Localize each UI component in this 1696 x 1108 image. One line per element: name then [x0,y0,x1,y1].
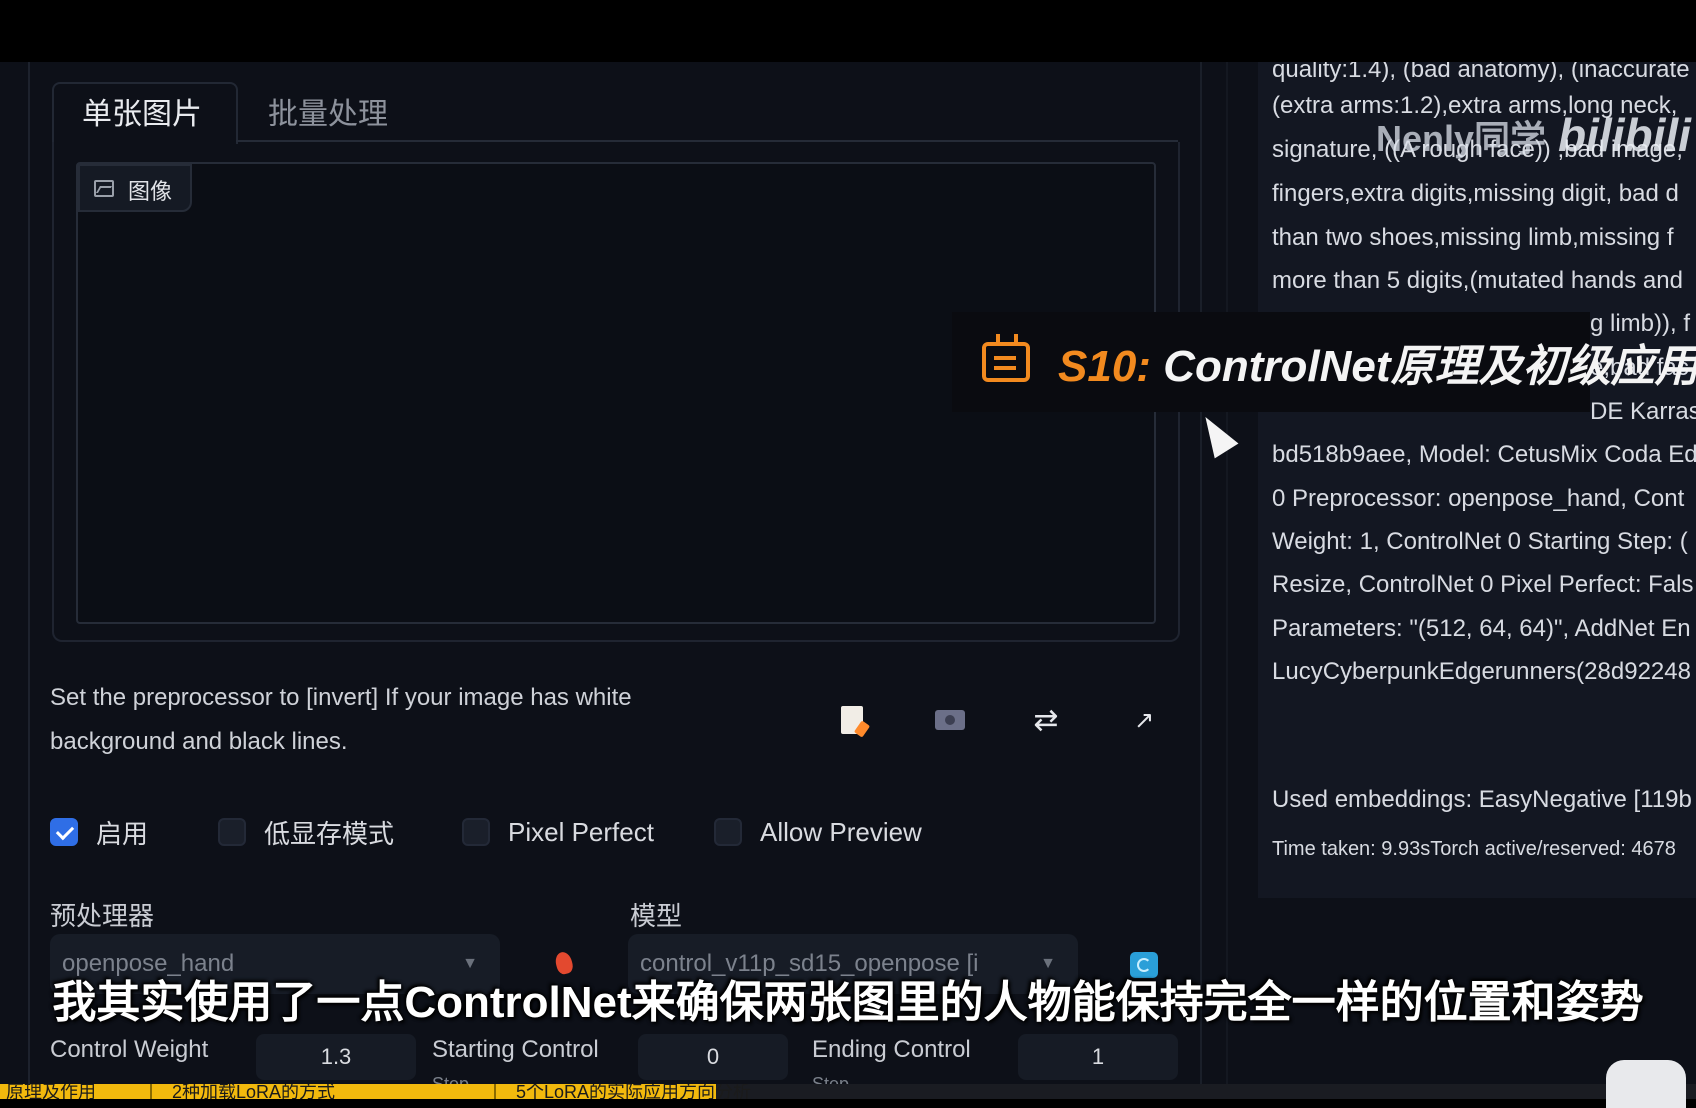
episode-banner: S10: ControlNet原理及初级应用 [952,312,1696,412]
chapter-separator [150,1084,152,1099]
log-line: Time taken: 9.93sTorch active/reserved: … [1272,838,1676,860]
mirror-webcam-button[interactable]: ⇄ [1026,700,1066,740]
allow-preview-label: Allow Preview [760,816,922,847]
video-subtitle: 我其实使用了一点ControlNet来确保两张图里的人物能保持完全一样的位置和姿… [52,978,1644,1027]
ending-control-label: Ending Control [812,1036,971,1063]
pixel-perfect-checkbox[interactable] [462,818,490,846]
log-line: quality:1.4), (bad anatomy), (inaccurate [1272,62,1690,83]
allow-preview-checkbox-row[interactable]: Allow Preview [714,812,922,852]
column-divider [1200,62,1202,1084]
calendar-icon [982,334,1030,382]
chapter-separator [494,1084,496,1099]
chapter-progress-bar[interactable]: 原理及作用 2种加载LoRA的方式 5个LoRA的实际应用方向分析 [0,1084,1696,1099]
banner-title: S10: ControlNet原理及初级应用 [1058,330,1696,394]
camera-icon [935,710,965,730]
log-line: fingers,extra digits,missing digit, bad … [1272,180,1679,207]
control-weight-input[interactable]: 1.3 [256,1034,416,1080]
control-weight-label: Control Weight [50,1036,209,1063]
log-line: DE Karras [1590,398,1696,425]
model-label: 模型 [630,901,683,931]
preprocessor-hint: Set the preprocessor to [invert] If your… [50,676,730,764]
send-dimensions-button[interactable]: ↗ [1124,700,1164,740]
log-line: than two shoes,missing limb,missing f [1272,224,1674,251]
hint-line-1: Set the preprocessor to [invert] If your… [50,684,632,711]
watermark-name: Nenly同学 [1376,118,1547,159]
tab-single-image[interactable]: 单张图片 [82,92,202,138]
uploader-watermark: Nenly同学 bilibili [1376,108,1691,162]
document-edit-icon [841,706,863,734]
ending-control-input[interactable]: 1 [1018,1034,1178,1080]
episode-title: ControlNet原理及初级应用 [1163,342,1696,391]
log-line: Weight: 1, ControlNet 0 Starting Step: ( [1272,528,1688,555]
send-arrow-icon: ↗ [1133,706,1155,734]
hint-line-2: background and black lines. [50,728,348,755]
chapter-label[interactable]: 5个LoRA的实际应用方向分析 [516,1084,751,1099]
chapter-label[interactable]: 2种加载LoRA的方式 [172,1084,335,1099]
pixel-perfect-checkbox-row[interactable]: Pixel Perfect [462,812,654,852]
column-divider-2 [1226,62,1228,1084]
image-label-badge: 图像 [78,164,192,212]
chapter-label[interactable]: 原理及作用 [6,1084,96,1099]
generation-info-panel: quality:1.4), (bad anatomy), (inaccurate… [1258,62,1696,898]
low-vram-checkbox[interactable] [218,818,246,846]
episode-number: S10: [1058,342,1151,391]
allow-preview-checkbox[interactable] [714,818,742,846]
starting-control-label: Starting Control [432,1036,599,1063]
swap-arrows-icon: ⇄ [1033,703,1059,737]
enable-checkbox[interactable] [50,818,78,846]
panel-edge [28,62,30,1084]
image-icon [94,180,114,197]
low-vram-label: 低显存模式 [264,818,395,849]
preprocessor-label: 预处理器 [50,901,155,931]
new-canvas-button[interactable] [832,700,872,740]
log-line: Used embeddings: EasyNegative [119b [1272,786,1692,813]
log-line: Resize, ControlNet 0 Pixel Perfect: Fals [1272,571,1694,598]
starting-control-input[interactable]: 0 [638,1034,788,1080]
log-line: LucyCyberpunkEdgerunners(28d92248 [1272,658,1691,685]
pixel-perfect-label: Pixel Perfect [508,816,654,847]
enable-checkbox-row[interactable]: 启用 [50,812,148,852]
log-line: 0 Preprocessor: openpose_hand, Cont [1272,485,1685,512]
image-label: 图像 [128,179,173,204]
video-top-bar [0,0,1696,62]
log-line: more than 5 digits,(mutated hands and [1272,267,1683,294]
log-line: Parameters: "(512, 64, 64)", AddNet En [1272,615,1691,642]
webcam-button[interactable] [930,700,970,740]
bilibili-tv-icon [1606,1060,1686,1108]
bilibili-logo: bilibili [1558,109,1691,161]
low-vram-checkbox-row[interactable]: 低显存模式 [218,812,394,852]
log-line: bd518b9aee, Model: CetusMix Coda Ed [1272,441,1696,468]
tab-batch[interactable]: 批量处理 [268,92,388,138]
enable-label: 启用 [96,818,149,849]
